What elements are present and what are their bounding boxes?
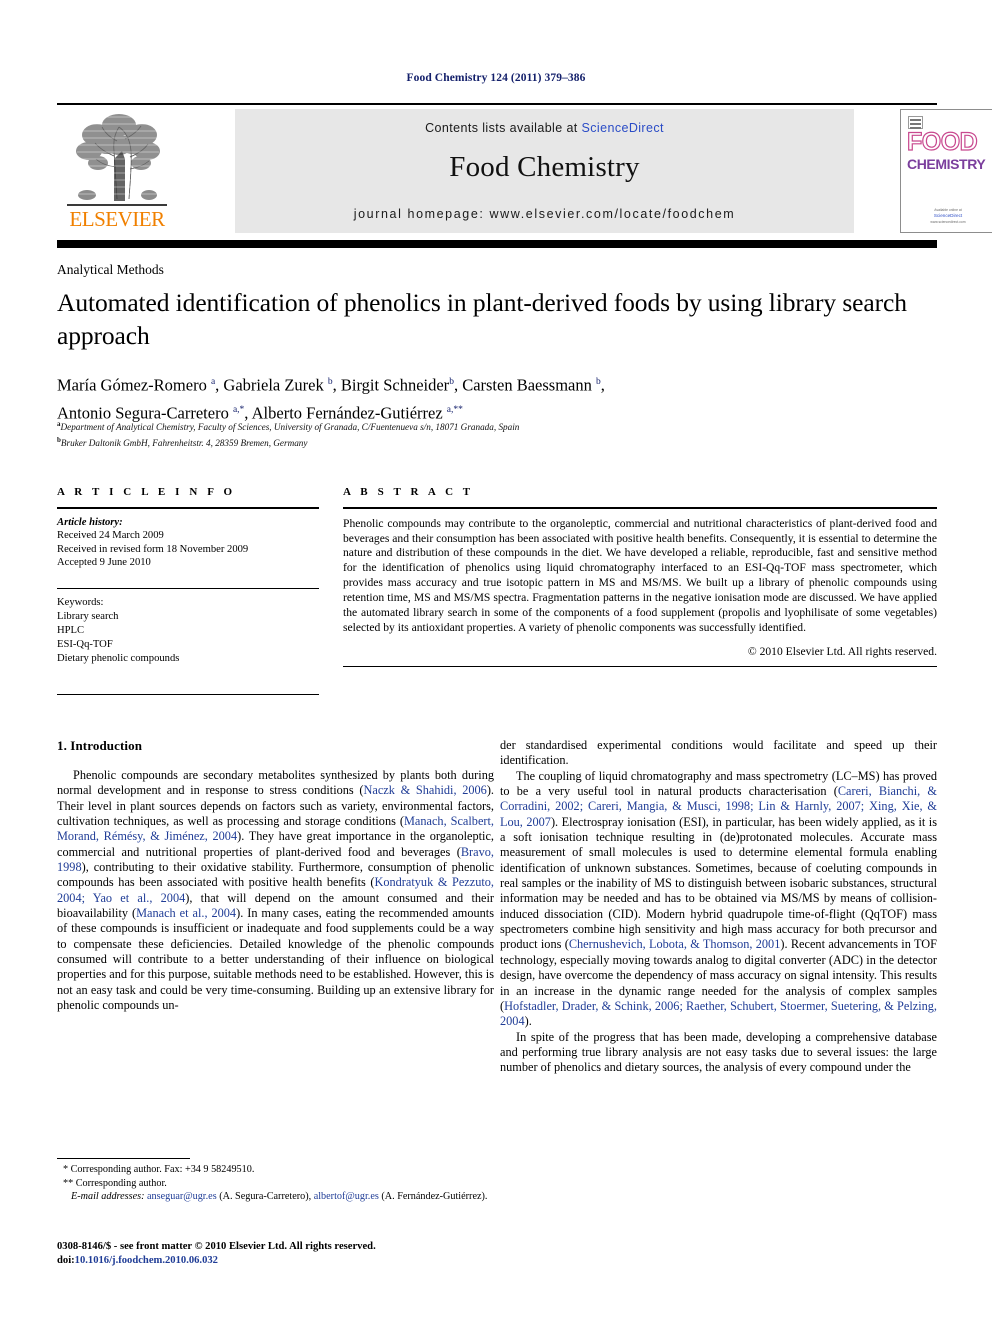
keyword-item: Library search [57,610,119,622]
email-link-segura[interactable]: anseguar@ugr.es [147,1191,217,1202]
intro-p2-seg-d: ). [524,1014,532,1029]
journal-masthead: ELSEVIER Contents lists available at Sci… [57,103,992,234]
journal-title: Food Chemistry [449,151,640,183]
keywords-block: Keywords: Library search HPLC ESI-Qq-TOF… [57,589,319,676]
cover-footer-sciencedirect: ScienceDirect [933,213,963,218]
citation-naczk-shahidi[interactable]: Naczk & Shahidi, 2006 [364,783,487,797]
footnote-block: * Corresponding author. Fax: +34 9 58249… [57,1163,494,1204]
email-owner-segura: (A. Segura-Carretero), [219,1191,312,1203]
keyword-item: HPLC [57,624,85,636]
citation-hofstadler-raether[interactable]: Hofstadler, Drader, & Schink, 2006; Raet… [500,999,937,1028]
intro-paragraph-3: In spite of the progress that has been m… [500,1029,937,1075]
elsevier-logo-rule [67,204,167,206]
article-history-revised: Received in revised form 18 November 200… [57,543,249,555]
author-line-1-comma: , [600,375,605,395]
article-history-accepted: Accepted 9 June 2010 [57,557,151,569]
contents-lists-line: Contents lists available at ScienceDirec… [235,121,854,135]
keyword-item: ESI-Qq-TOF [57,638,113,650]
article-info-spacer [57,570,319,588]
contents-lists-prefix: Contents lists available at [425,121,582,135]
cover-footer-text: Available online at ScienceDirect www.sc… [901,208,992,225]
author-1-name: María Gómez-Romero [57,375,211,395]
abstract-text: Phenolic compounds may contribute to the… [343,516,937,634]
intro-paragraph-1: Phenolic compounds are secondary metabol… [57,768,494,1014]
citation-chernushevich-2001[interactable]: Chernushevich, Lobota, & Thomson, 2001 [569,937,781,951]
footnote-text-1: Corresponding author. Fax: +34 9 5824951… [70,1164,255,1175]
heading-introduction: 1. Introduction [57,738,143,753]
abstract-copyright: © 2010 Elsevier Ltd. All rights reserved… [747,644,937,658]
author-3-name: , Birgit Schneider [332,375,450,395]
doi-line: doi:10.1016/j.foodchem.2010.06.032 [57,1254,557,1268]
article-info-bottom-rule [57,693,319,695]
abstract-bottom-rule [343,665,937,667]
issn-copyright-block: 0308-8146/$ - see front matter © 2010 El… [57,1240,557,1268]
affiliation-a: aDepartment of Analytical Chemistry, Fac… [57,418,922,434]
elsevier-tree-icon [67,111,167,203]
article-history-received: Received 24 March 2009 [57,530,164,542]
footnote-email-addresses: E-mail addresses: anseguar@ugr.es (A. Se… [57,1190,494,1204]
keywords-label: Keywords: [57,596,104,608]
article-history-label: Article history: [57,516,123,528]
cover-footer-url: www.sciencedirect.com [930,219,966,224]
citation-manach-etal[interactable]: Manach et al., 2004 [136,906,236,920]
affiliation-a-text: Department of Analytical Chemistry, Facu… [60,422,520,433]
doi-label: doi: [57,1255,75,1266]
journal-homepage-link[interactable]: journal homepage: www.elsevier.com/locat… [235,207,854,221]
masthead-black-bar [57,240,937,248]
keyword-item: Dietary phenolic compounds [57,652,180,664]
intro-paragraph-2: The coupling of liquid chromatography an… [500,769,937,1030]
masthead-top-rule [57,103,937,105]
journal-cover-thumbnail: FOOD CHEMISTRY Available online at Scien… [900,109,992,233]
author-2-name: , Gabriela Zurek [215,375,328,395]
article-history-block: Article history: Received 24 March 2009 … [57,509,319,570]
author-list: María Gómez-Romero a, Gabriela Zurek b, … [57,370,922,425]
cover-chemistry-wordmark: CHEMISTRY [907,156,986,172]
author-4-name: , Carsten Baessmann [453,375,596,395]
keywords-bottom-spacer [57,676,319,694]
intro-p1-seg-f: ). In many cases, eating the recommended… [57,906,494,1013]
intro-paragraph-1-continued: der standardised experimental conditions… [500,738,937,768]
elsevier-wordmark: ELSEVIER [69,207,165,231]
abstract-column: A B S T R A C T Phenolic compounds may c… [343,486,937,667]
author-line-1: María Gómez-Romero a, Gabriela Zurek b, … [57,370,922,398]
footnote-corresponding-author-1: * Corresponding author. Fax: +34 9 58249… [57,1163,494,1177]
page-title: Automated identification of phenolics in… [57,288,907,350]
footnote-corresponding-author-2: ** Corresponding author. [57,1177,494,1191]
author-5-affil-marker: a,* [232,404,245,415]
paper-page: Food Chemistry 124 (2011) 379–386 ELSEVI… [0,0,992,1323]
article-info-column: A R T I C L E I N F O Article history: R… [57,486,319,695]
footnote-marker-2: ** [63,1177,74,1189]
journal-banner: Contents lists available at ScienceDirec… [235,109,854,233]
footnote-separator-rule [57,1158,190,1159]
affiliation-b-text: Bruker Daltonik GmbH, Fahrenheitstr. 4, … [60,437,308,448]
intro-p2-seg-b: ). Electrospray ionisation (ESI), in par… [500,814,937,952]
issn-front-matter-line: 0308-8146/$ - see front matter © 2010 El… [57,1241,376,1252]
article-info-label: A R T I C L E I N F O [57,486,236,498]
doi-link[interactable]: 10.1016/j.foodchem.2010.06.032 [75,1255,218,1266]
elsevier-logo: ELSEVIER [61,109,173,233]
running-head: Food Chemistry 124 (2011) 379–386 [406,72,586,84]
affiliation-b: bBruker Daltonik GmbH, Fahrenheitstr. 4,… [57,434,922,450]
email-owner-fernandez: (A. Fernández-Gutiérrez). [381,1191,488,1203]
email-link-fernandez[interactable]: albertof@ugr.es [314,1191,379,1202]
cover-food-wordmark: FOOD [906,128,978,156]
abstract-label: A B S T R A C T [343,486,474,498]
body-column-left: 1. Introduction Phenolic compounds are s… [57,738,494,1014]
author-6-affil-marker: a,** [446,404,463,415]
email-addresses-label: E-mail addresses: [71,1191,145,1203]
footnote-marker-1: * [63,1164,69,1175]
sciencedirect-link[interactable]: ScienceDirect [582,121,664,135]
article-section-kicker: Analytical Methods [57,262,164,277]
footnote-text-2: Corresponding author. [75,1177,167,1189]
body-column-right: der standardised experimental conditions… [500,738,937,1076]
affiliation-list: aDepartment of Analytical Chemistry, Fac… [57,418,922,449]
